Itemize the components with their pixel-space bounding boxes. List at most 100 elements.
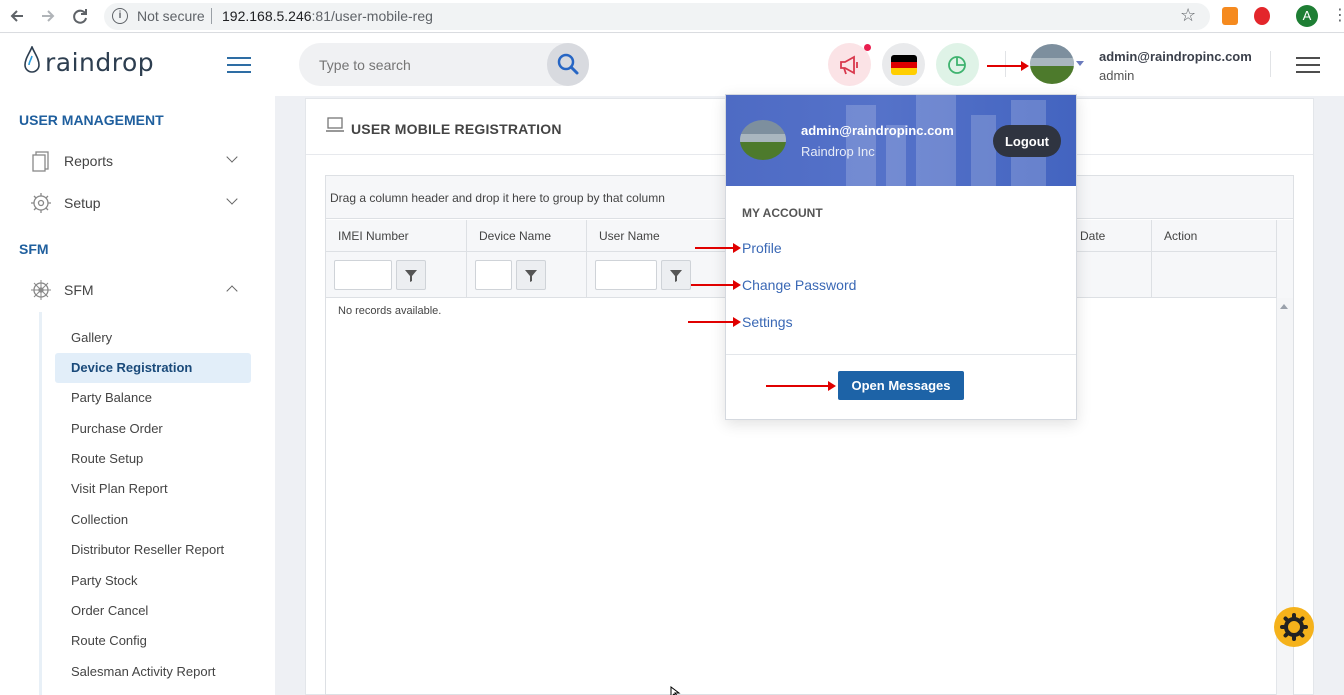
column-header-action[interactable]: Action [1164, 229, 1197, 243]
column-header-device-name[interactable]: Device Name [479, 229, 551, 243]
notification-dot [864, 44, 871, 51]
logout-button[interactable]: Logout [993, 125, 1061, 157]
sidebar-subitem-order-cancel[interactable]: Order Cancel [55, 596, 251, 626]
url-text[interactable]: 192.168.5.246:81/user-mobile-reg [222, 8, 433, 24]
info-icon[interactable]: i [112, 8, 128, 24]
main-menu-icon[interactable] [1296, 57, 1320, 73]
avatar-image [1030, 44, 1074, 84]
settings-link[interactable]: Settings [742, 314, 793, 330]
column-header-date[interactable]: Date [1080, 229, 1105, 243]
imei-filter-input[interactable] [334, 260, 392, 290]
chevron-up-icon [226, 285, 238, 297]
search-icon [557, 53, 579, 75]
header-user-role: admin [1099, 68, 1135, 83]
sidebar-subitem-route-setup[interactable]: Route Setup [55, 444, 251, 474]
column-divider [466, 220, 467, 298]
avatar-image [740, 120, 786, 160]
sidebar-item-setup[interactable]: Setup [25, 189, 245, 219]
url-host: 192.168.5.246 [222, 8, 312, 24]
settings-fab[interactable] [1274, 607, 1314, 647]
my-account-heading: MY ACCOUNT [742, 206, 823, 220]
reload-icon[interactable] [70, 6, 90, 26]
sidebar-toggle-icon[interactable] [227, 57, 251, 73]
no-records-message: No records available. [338, 305, 442, 317]
browser-menu-icon[interactable]: ⋮ [1332, 5, 1344, 27]
sidebar-item-reports[interactable]: Reports [25, 147, 245, 177]
sidebar-subitem-route-config[interactable]: Route Config [55, 626, 251, 656]
sidebar-subitem-gallery[interactable]: Gallery [55, 323, 251, 353]
url-path: :81/user-mobile-reg [311, 8, 433, 24]
gear-icon [31, 193, 51, 213]
forward-icon[interactable] [38, 6, 58, 26]
flag-stripe [891, 68, 917, 75]
annotation-arrow [688, 317, 741, 327]
annotation-arrow [691, 280, 741, 290]
laptop-icon [326, 117, 344, 132]
app-header [0, 34, 1344, 96]
dropdown-org-name: Raindrop Inc [801, 144, 875, 159]
sidebar-item-label: Setup [64, 195, 101, 211]
sidebar-subitem-party-balance[interactable]: Party Balance [55, 383, 251, 413]
extension-shield-icon[interactable] [1254, 7, 1270, 25]
grid-header-scroll-spacer [1276, 220, 1293, 298]
column-header-imei[interactable]: IMEI Number [338, 229, 409, 243]
sidebar-subitem-purchase-order[interactable]: Purchase Order [55, 414, 251, 444]
extension-bag-icon[interactable] [1222, 7, 1238, 25]
chevron-down-icon [226, 193, 238, 205]
german-flag-icon [891, 55, 917, 75]
change-password-link[interactable]: Change Password [742, 277, 856, 293]
device-name-filter-input[interactable] [475, 260, 512, 290]
search-button[interactable] [547, 43, 589, 86]
url-divider [211, 8, 212, 24]
annotation-arrow [987, 61, 1029, 71]
chart-button[interactable] [936, 43, 979, 86]
sidebar-subitem-distributor-reseller-report[interactable]: Distributor Reseller Report [55, 535, 251, 565]
profile-link[interactable]: Profile [742, 240, 782, 256]
filter-icon [525, 270, 537, 282]
scroll-up-arrow-icon[interactable] [1280, 304, 1288, 309]
device-name-filter-button[interactable] [516, 260, 546, 290]
ship-wheel-icon [31, 280, 51, 300]
user-avatar[interactable] [1030, 44, 1074, 84]
header-divider [1270, 51, 1271, 77]
pie-chart-icon [948, 56, 966, 74]
search-input[interactable] [319, 57, 539, 73]
column-header-user-name[interactable]: User Name [599, 229, 660, 243]
user-name-filter-button[interactable] [661, 260, 691, 290]
flag-stripe [891, 55, 917, 62]
header-user-email[interactable]: admin@raindropinc.com [1099, 49, 1252, 64]
filter-icon [670, 270, 682, 282]
annotation-arrow [695, 243, 741, 253]
user-menu-caret-icon[interactable] [1076, 61, 1084, 66]
submenu-guide-line [39, 312, 42, 695]
user-name-filter-input[interactable] [595, 260, 657, 290]
browser-profile-avatar[interactable]: A [1296, 5, 1318, 27]
mouse-cursor-icon [670, 686, 681, 695]
section-sfm: SFM [19, 241, 49, 257]
logo-text: raindrop [45, 48, 155, 77]
gear-icon [1280, 613, 1308, 641]
document-icon [32, 151, 49, 172]
sidebar-subitem-salesman-activity-report[interactable]: Salesman Activity Report [55, 657, 251, 687]
raindrop-logo-icon [24, 46, 40, 73]
bookmark-star-icon[interactable]: ☆ [1180, 5, 1196, 26]
sidebar-subitem-collection[interactable]: Collection [55, 505, 251, 535]
security-label: Not secure [137, 8, 205, 24]
imei-filter-button[interactable] [396, 260, 426, 290]
header-divider [1005, 51, 1006, 77]
annotation-arrow [766, 381, 836, 391]
sidebar-subitem-party-stock[interactable]: Party Stock [55, 566, 251, 596]
group-by-hint: Drag a column header and drop it here to… [330, 191, 665, 205]
column-divider [586, 220, 587, 298]
page-title: USER MOBILE REGISTRATION [351, 121, 562, 137]
sidebar-item-sfm[interactable]: SFM [25, 276, 245, 306]
open-messages-button[interactable]: Open Messages [838, 371, 964, 400]
sidebar-item-label: Reports [64, 153, 114, 169]
chevron-down-icon [226, 151, 238, 163]
dropdown-avatar [740, 120, 786, 160]
sidebar-item-label: SFM [64, 282, 94, 298]
back-icon[interactable] [7, 6, 27, 26]
sidebar-subitem-visit-plan-report[interactable]: Visit Plan Report [55, 474, 251, 504]
sidebar-subitem-device-registration[interactable]: Device Registration [55, 353, 251, 383]
dropdown-user-email: admin@raindropinc.com [801, 123, 954, 138]
